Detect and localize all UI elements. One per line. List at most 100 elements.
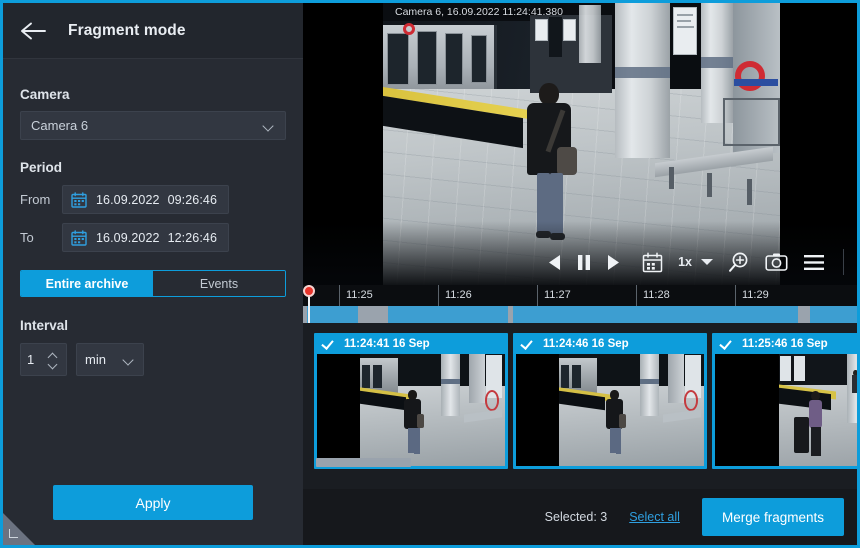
timeline-archive-segment[interactable] bbox=[513, 306, 798, 323]
fragment-card[interactable]: 11:24:41 16 Sep bbox=[314, 333, 508, 469]
chevron-down-icon bbox=[701, 259, 713, 265]
timeline-ruler: 11:25 11:26 11:27 11:28 11:29 bbox=[303, 285, 857, 306]
scene-bench-legs bbox=[655, 163, 773, 205]
fragment-card[interactable]: 11:24:46 16 Sep bbox=[513, 333, 707, 469]
apply-button-wrap: Apply bbox=[53, 485, 253, 520]
zoom-in-icon[interactable] bbox=[728, 251, 750, 273]
camera-select[interactable]: Camera 6 bbox=[20, 111, 286, 140]
from-datetime-value: 16.09.2022 09:26:46 bbox=[96, 192, 218, 207]
from-datetime-field[interactable]: 16.09.2022 09:26:46 bbox=[62, 185, 230, 214]
scene-person bbox=[519, 83, 579, 240]
timeline-archive-segment[interactable] bbox=[810, 306, 857, 323]
selected-count-label: Selected: 3 bbox=[544, 510, 608, 524]
timeline-tick: 11:26 bbox=[438, 285, 472, 306]
resize-corner-mark bbox=[9, 529, 18, 538]
settings-sidebar: Fragment mode Camera Camera 6 Period Fro… bbox=[0, 0, 303, 548]
timeline-playhead-marker[interactable] bbox=[303, 285, 315, 297]
fragment-thumbnail[interactable] bbox=[516, 354, 704, 466]
interval-unit-select[interactable]: min bbox=[76, 343, 144, 376]
interval-section-label: Interval bbox=[20, 318, 69, 333]
pause-icon[interactable] bbox=[577, 254, 591, 271]
camera-snapshot-icon[interactable] bbox=[765, 252, 788, 272]
camera-select-value: Camera 6 bbox=[31, 118, 89, 133]
scene-pillar-band bbox=[615, 67, 670, 78]
apply-button[interactable]: Apply bbox=[53, 485, 253, 520]
scene-poster bbox=[535, 19, 548, 41]
chevron-down-icon bbox=[124, 356, 135, 363]
scene-train-window bbox=[471, 35, 487, 83]
select-all-link[interactable]: Select all bbox=[629, 510, 680, 524]
video-player[interactable]: Camera 6, 16.09.2022 11:24:41.380 1x bbox=[303, 3, 857, 285]
to-datetime-field[interactable]: 16.09.2022 12:26:46 bbox=[62, 223, 230, 252]
chevron-down-icon[interactable] bbox=[48, 362, 57, 367]
hamburger-menu-icon[interactable] bbox=[803, 254, 825, 271]
resize-triangle bbox=[3, 509, 39, 545]
calendar-icon bbox=[71, 191, 87, 208]
period-from-row: From 16.09.2022 09:26:46 bbox=[20, 185, 286, 214]
timeline-track[interactable] bbox=[303, 306, 857, 323]
interval-value-stepper[interactable]: 1 bbox=[20, 343, 67, 376]
fragment-header[interactable]: 11:24:46 16 Sep bbox=[513, 333, 707, 354]
to-label: To bbox=[20, 230, 34, 245]
timeline-archive-segment[interactable] bbox=[307, 306, 358, 323]
timeline-tick: 11:29 bbox=[735, 285, 769, 306]
check-icon[interactable] bbox=[721, 338, 733, 350]
video-timestamp-overlay: Camera 6, 16.09.2022 11:24:41.380 bbox=[395, 6, 563, 18]
calendar-icon[interactable] bbox=[642, 251, 663, 273]
stepper-arrows[interactable] bbox=[48, 348, 60, 372]
scene-train-window bbox=[387, 33, 409, 85]
fragment-thumbnail[interactable] bbox=[317, 354, 505, 466]
check-icon[interactable] bbox=[323, 338, 335, 350]
archive-timeline[interactable]: 11:25 11:26 11:27 11:28 11:29 bbox=[303, 285, 857, 323]
fragment-thumbnail-image bbox=[559, 354, 704, 466]
check-icon[interactable] bbox=[522, 338, 534, 350]
fragment-strip: 11:24:41 16 Sep 11:24:46 16 Sep 11:25:46 1… bbox=[314, 333, 857, 469]
scene-train-roundel bbox=[403, 23, 415, 35]
fragment-header[interactable]: 11:24:41 16 Sep bbox=[314, 333, 508, 354]
fragments-scrollbar[interactable] bbox=[314, 458, 846, 467]
scene-train-window bbox=[445, 33, 463, 85]
fragment-time-label: 11:25:46 16 Sep bbox=[742, 337, 828, 350]
from-label: From bbox=[20, 192, 51, 207]
fragment-time-label: 11:24:46 16 Sep bbox=[543, 337, 629, 350]
tab-entire-archive[interactable]: Entire archive bbox=[21, 271, 153, 296]
fragment-header[interactable]: 11:25:46 16 Sep bbox=[712, 333, 857, 354]
to-datetime-value: 16.09.2022 12:26:46 bbox=[96, 230, 218, 245]
interval-value: 1 bbox=[27, 352, 35, 367]
scene-railing bbox=[723, 98, 780, 146]
camera-section-label: Camera bbox=[20, 87, 70, 102]
fragment-thumbnail-image bbox=[778, 354, 857, 466]
interval-row: 1 min bbox=[20, 343, 286, 376]
period-to-row: To 16.09.2022 12:26:46 bbox=[20, 223, 286, 252]
sidebar-body: Camera Camera 6 Period From 16.09.2022 0… bbox=[3, 59, 303, 545]
tab-events[interactable]: Events bbox=[153, 271, 285, 296]
chevron-up-icon[interactable] bbox=[48, 352, 57, 357]
scene-pillar-band bbox=[701, 57, 733, 68]
merge-fragments-button[interactable]: Merge fragments bbox=[701, 498, 844, 536]
scene-pillar-main bbox=[615, 3, 670, 158]
archive-mode-tabs: Entire archive Events bbox=[20, 270, 286, 297]
timeline-archive-segment[interactable] bbox=[388, 306, 508, 323]
playback-speed-selector[interactable]: 1x bbox=[678, 255, 713, 269]
timeline-tick: 11:25 bbox=[339, 285, 373, 306]
fragments-list: 11:24:41 16 Sep 11:24:46 16 Sep 11:25:46 1… bbox=[303, 323, 857, 489]
fragment-card[interactable]: 11:25:46 16 Sep bbox=[712, 333, 857, 469]
step-back-icon[interactable] bbox=[547, 254, 562, 271]
play-icon[interactable] bbox=[606, 254, 621, 271]
fragments-scrollbar-thumb[interactable] bbox=[316, 458, 411, 467]
timeline-tick: 11:28 bbox=[636, 285, 670, 306]
timeline-tick: 11:27 bbox=[537, 285, 571, 306]
resize-handle[interactable] bbox=[3, 509, 39, 545]
fragment-thumbnail[interactable] bbox=[715, 354, 857, 466]
playback-controls: 1x bbox=[303, 239, 857, 285]
arrow-left-icon[interactable] bbox=[20, 20, 46, 42]
controls-divider bbox=[843, 249, 844, 275]
scene-poster bbox=[563, 19, 576, 41]
scene-underground-roundel bbox=[734, 61, 778, 91]
fragment-time-label: 11:24:41 16 Sep bbox=[344, 337, 430, 350]
scene-pillar-far bbox=[579, 5, 601, 63]
scene-wall-poster bbox=[673, 7, 697, 55]
scene-roundel-bar bbox=[734, 79, 778, 86]
playback-speed-value: 1x bbox=[678, 255, 692, 269]
chevron-down-icon bbox=[264, 122, 275, 129]
